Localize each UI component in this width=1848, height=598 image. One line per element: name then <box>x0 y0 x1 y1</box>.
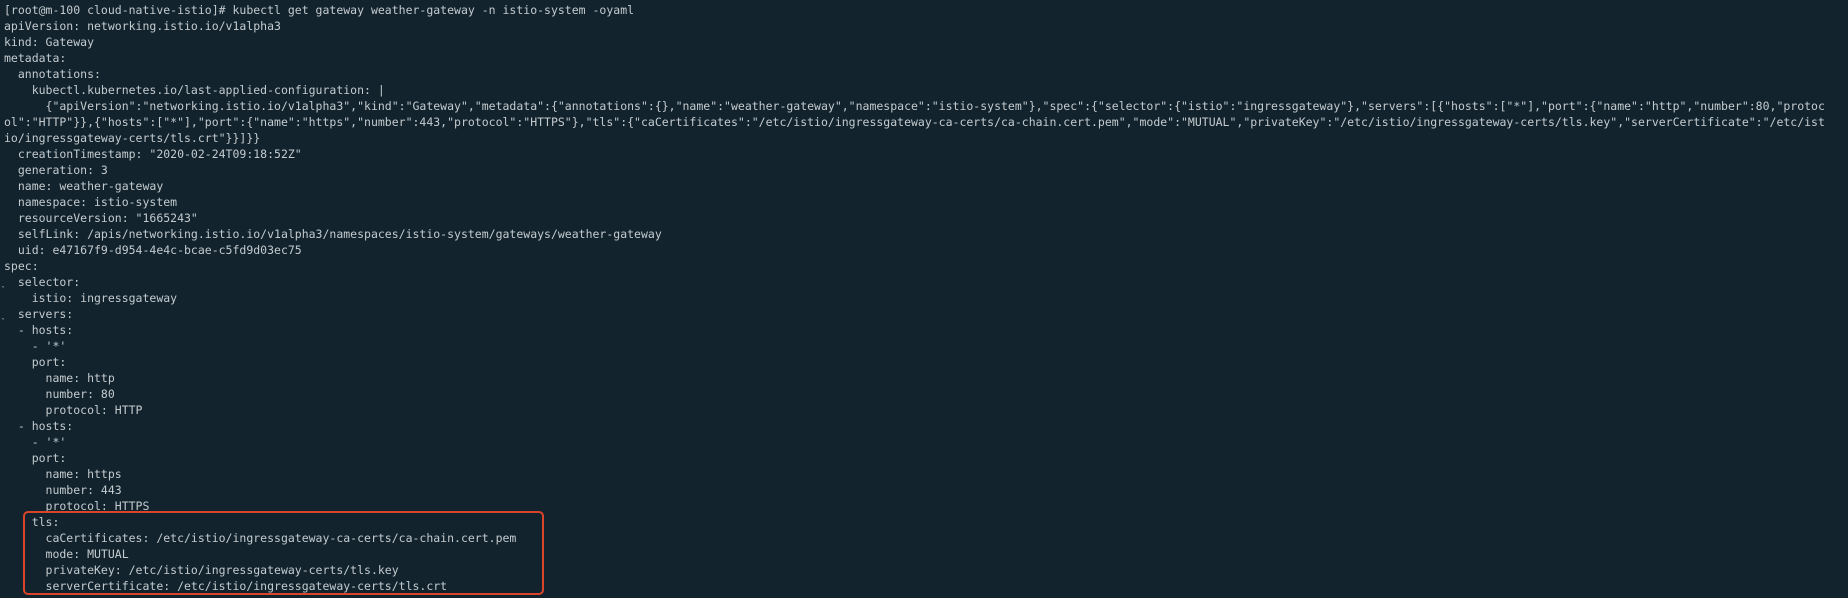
output-line: number: 443 <box>4 483 122 497</box>
output-line: resourceVersion: "1665243" <box>4 211 198 225</box>
output-line: ol":"HTTP"}},{"hosts":["*"],"port":{"nam… <box>4 115 1825 129</box>
terminal-output: [root@m-100 cloud-native-istio]# kubectl… <box>4 2 1848 594</box>
output-line: port: <box>4 355 67 369</box>
output-line: name: weather-gateway <box>4 179 164 193</box>
output-line: namespace: istio-system <box>4 195 178 209</box>
output-line: tls: <box>4 515 60 529</box>
output-line: servers: <box>4 307 74 321</box>
output-line: {"apiVersion":"networking.istio.io/v1alp… <box>4 99 1825 113</box>
output-line: selector: <box>4 275 81 289</box>
output-line: number: 80 <box>4 387 115 401</box>
output-line: protocol: HTTP <box>4 403 143 417</box>
output-line: privateKey: /etc/istio/ingressgateway-ce… <box>4 563 399 577</box>
output-line: serverCertificate: /etc/istio/ingressgat… <box>4 579 448 593</box>
output-line: spec: <box>4 259 39 273</box>
output-line: kind: Gateway <box>4 35 95 49</box>
output-line: - hosts: <box>4 419 74 433</box>
output-line: protocol: HTTPS <box>4 499 150 513</box>
output-line: - hosts: <box>4 323 74 337</box>
output-line: caCertificates: /etc/istio/ingressgatewa… <box>4 531 517 545</box>
output-line: port: <box>4 451 67 465</box>
output-line: annotations: <box>4 67 101 81</box>
output-line: io/ingressgateway-certs/tls.crt"}}]}} <box>4 131 261 145</box>
command-prompt-line: [root@m-100 cloud-native-istio]# kubectl… <box>4 3 635 17</box>
output-line: name: https <box>4 467 122 481</box>
terminal-window[interactable]: · · [root@m-100 cloud-native-istio]# kub… <box>0 0 1848 598</box>
output-line: creationTimestamp: "2020-02-24T09:18:52Z… <box>4 147 302 161</box>
output-line: - '*' <box>4 435 67 449</box>
output-line: apiVersion: networking.istio.io/v1alpha3 <box>4 19 281 33</box>
output-line: generation: 3 <box>4 163 108 177</box>
output-line: kubectl.kubernetes.io/last-applied-confi… <box>4 83 385 97</box>
output-line: name: http <box>4 371 115 385</box>
output-line: selfLink: /apis/networking.istio.io/v1al… <box>4 227 662 241</box>
output-line: - '*' <box>4 339 67 353</box>
output-line: metadata: <box>4 51 67 65</box>
output-line: uid: e47167f9-d954-4e4c-bcae-c5fd9d03ec7… <box>4 243 302 257</box>
output-line: mode: MUTUAL <box>4 547 129 561</box>
output-line: istio: ingressgateway <box>4 291 178 305</box>
